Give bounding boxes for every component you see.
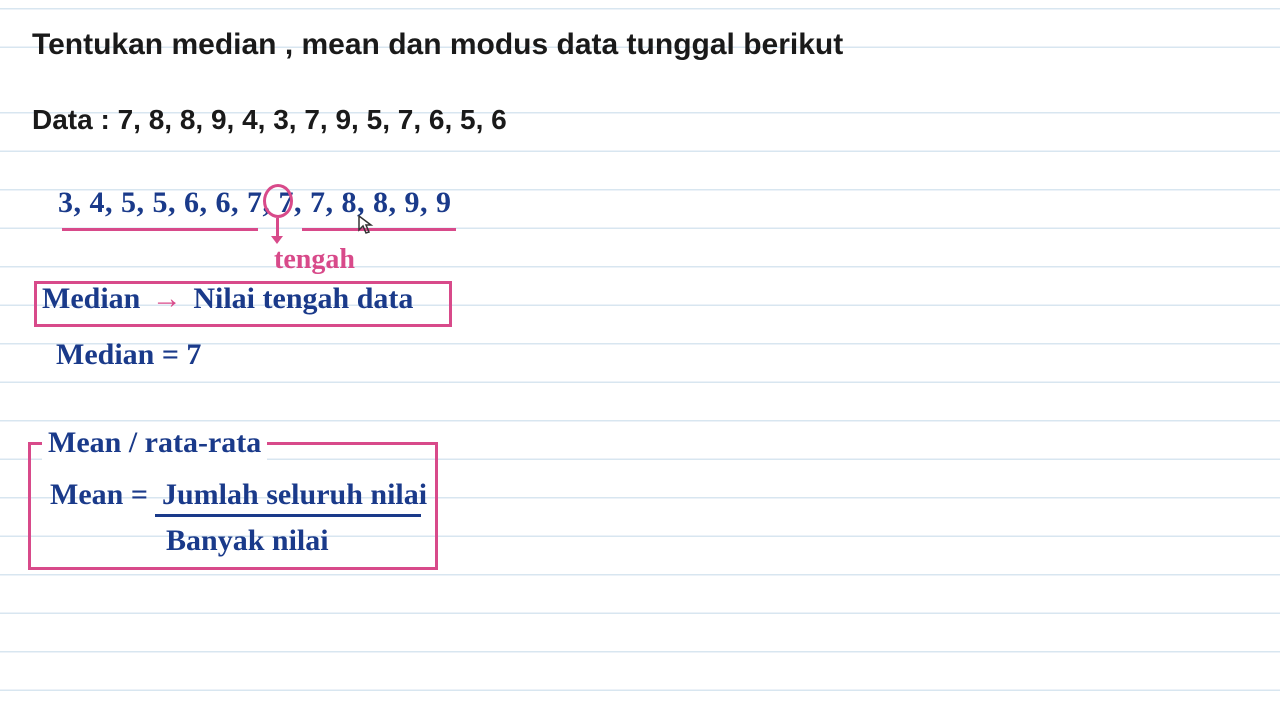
- arrow-down-icon: [276, 218, 279, 240]
- median-label: Median: [42, 282, 140, 315]
- underline-right: [302, 228, 456, 231]
- sorted-data: 3, 4, 5, 5, 6, 6, 7, 7, 7, 8, 8, 9, 9: [58, 186, 452, 220]
- tengah-label: tengah: [274, 244, 355, 276]
- arrow-right-icon: →: [152, 282, 182, 316]
- cursor-icon: [355, 214, 375, 242]
- median-definition-text: Median → Nilai tengah data: [42, 282, 413, 316]
- mean-title: Mean / rata-rata: [42, 426, 267, 460]
- mean-numerator: Jumlah seluruh nilai: [162, 478, 427, 512]
- median-meaning: Nilai tengah data: [193, 282, 413, 315]
- problem-title: Tentukan median , mean dan modus data tu…: [32, 28, 843, 62]
- median-circle: [263, 184, 293, 218]
- mean-equals: Mean =: [50, 478, 148, 512]
- underline-left: [62, 228, 258, 231]
- fraction-line: [155, 514, 421, 517]
- median-result: Median = 7: [56, 338, 201, 372]
- mean-denominator: Banyak nilai: [166, 524, 329, 558]
- data-line: Data : 7, 8, 8, 9, 4, 3, 7, 9, 5, 7, 6, …: [32, 104, 507, 136]
